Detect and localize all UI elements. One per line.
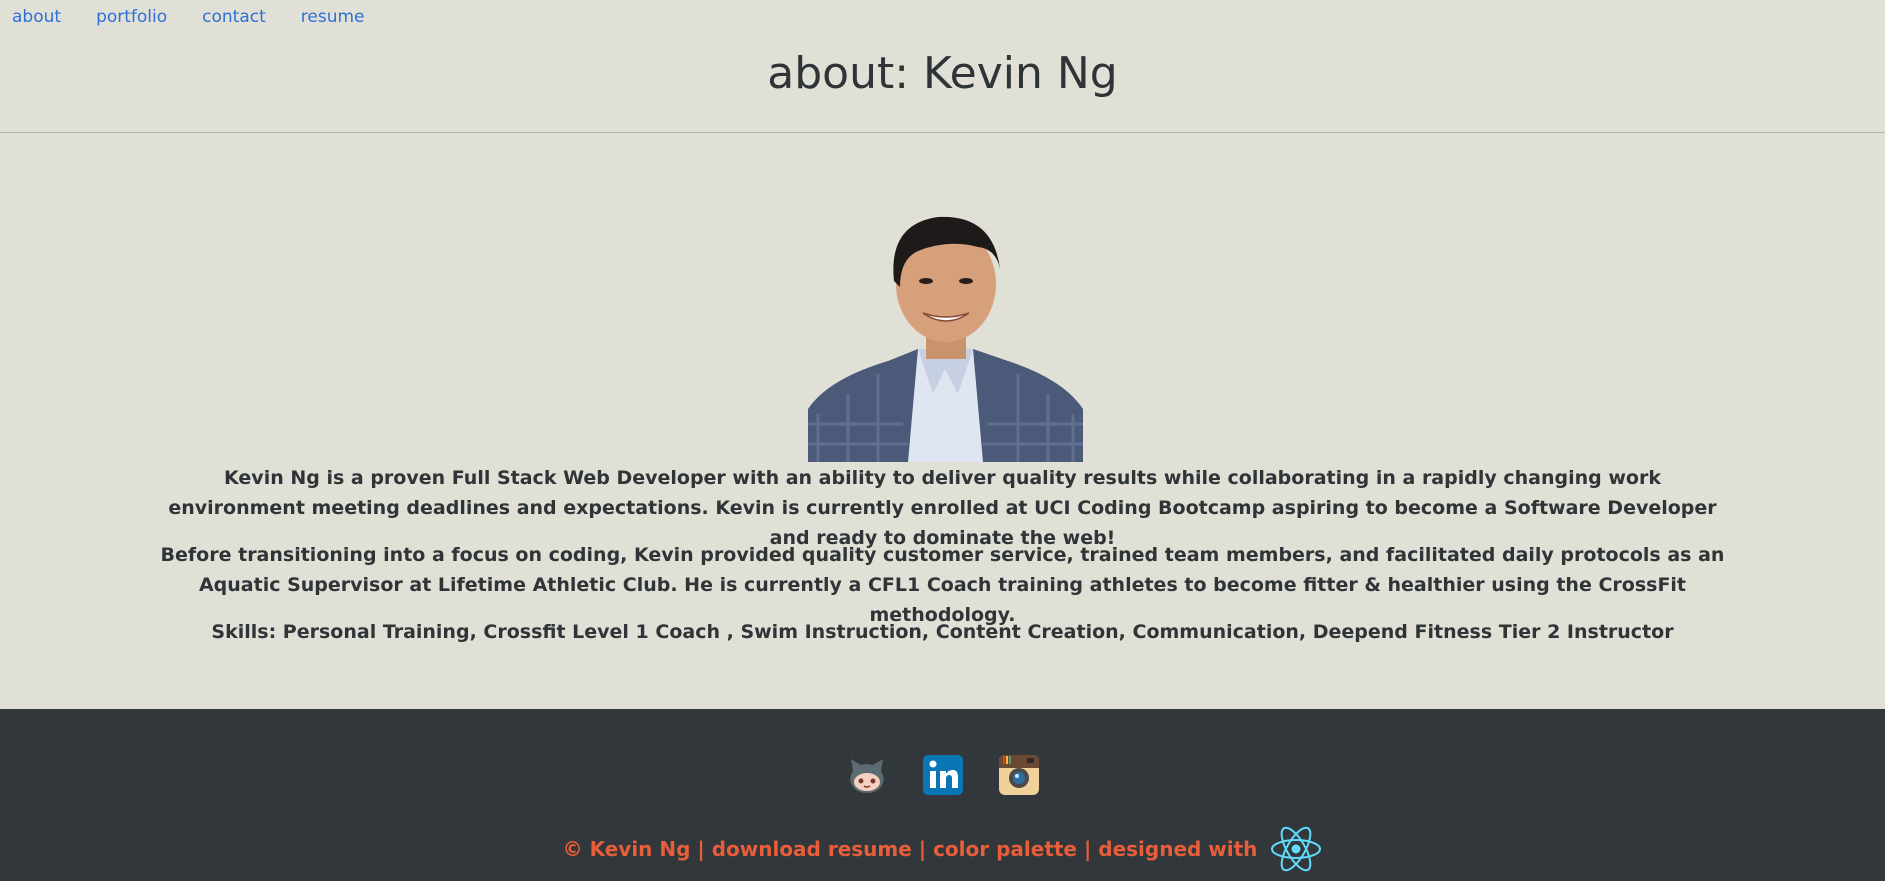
skills-line: Skills: Personal Training, Crossfit Leve… (211, 621, 1674, 643)
footer-credit: © Kevin Ng | download resume | color pal… (0, 825, 1885, 873)
profile-photo (808, 209, 1083, 462)
designed-with-text: designed with (1098, 837, 1258, 861)
react-icon (1271, 826, 1322, 872)
github-icon[interactable] (845, 753, 889, 797)
download-resume-link[interactable]: download resume (712, 837, 912, 861)
about-section: Kevin Ng is a proven Full Stack Web Deve… (0, 133, 1885, 709)
page-title: about: Kevin Ng (767, 48, 1118, 99)
instagram-icon[interactable] (997, 753, 1041, 797)
linkedin-icon[interactable] (921, 753, 965, 797)
copyright-text: © Kevin Ng (562, 837, 691, 861)
separator: | (1083, 837, 1092, 861)
page-footer: © Kevin Ng | download resume | color pal… (0, 709, 1885, 881)
separator: | (697, 837, 705, 861)
page-header: about: Kevin Ng (0, 0, 1885, 133)
social-links (0, 753, 1885, 797)
color-palette-link[interactable]: color palette (933, 837, 1077, 861)
separator: | (918, 837, 927, 861)
